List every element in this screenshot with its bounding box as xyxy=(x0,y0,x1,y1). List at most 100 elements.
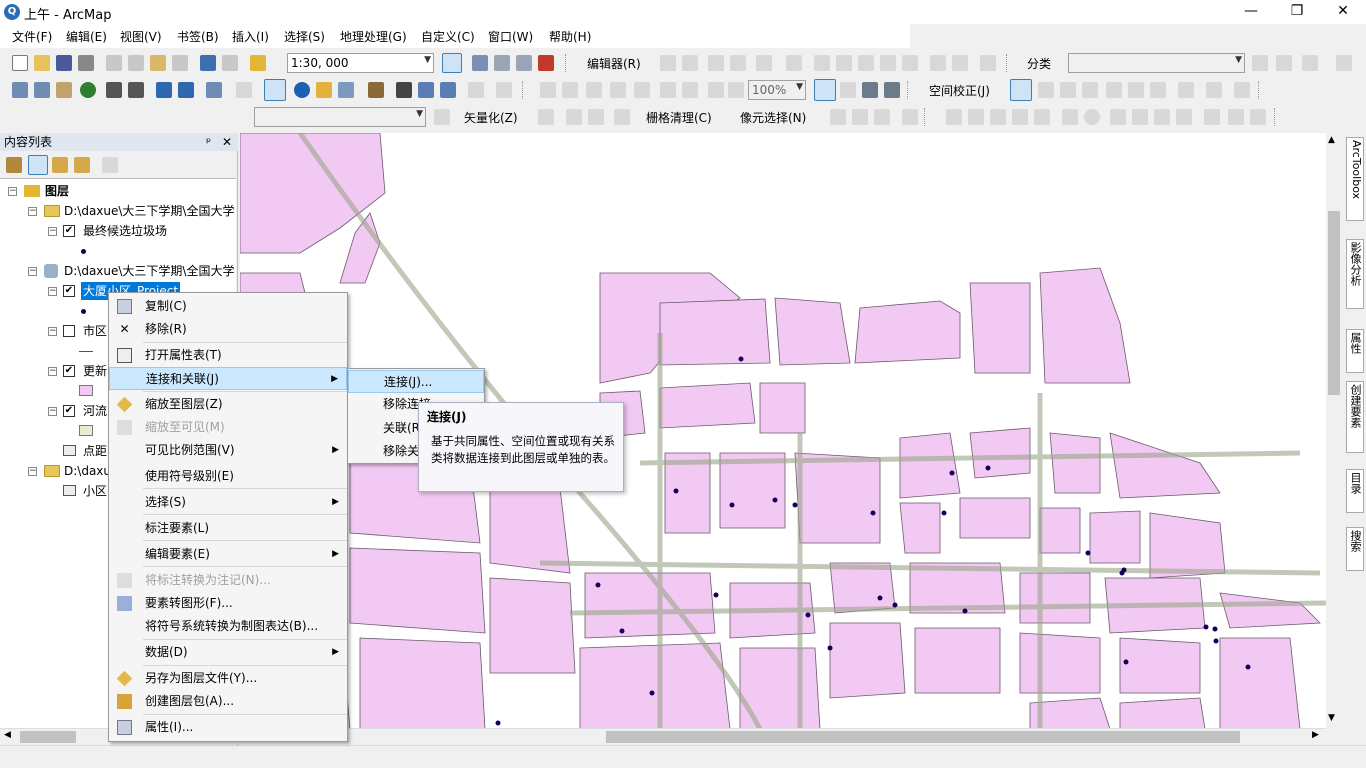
training-sample-icon[interactable] xyxy=(1252,55,1268,71)
menu-selection[interactable]: 选择(S) ▶ xyxy=(109,491,347,514)
print-icon[interactable] xyxy=(78,55,94,71)
fixed-zoom-in-icon[interactable] xyxy=(106,82,122,98)
menu-features-to-graphics[interactable]: 要素转图形(F)... xyxy=(109,592,347,615)
clear-limited-adjust-icon[interactable] xyxy=(1150,82,1166,98)
menu-selection[interactable]: 选择(S) xyxy=(284,28,325,45)
add-data-icon[interactable] xyxy=(250,55,266,71)
go-back-extent-icon[interactable] xyxy=(708,82,724,98)
view-link-table-icon[interactable] xyxy=(1178,82,1194,98)
menu-joins-and-relates[interactable]: 连接和关联(J) ▶ xyxy=(109,367,347,390)
raster-painter-icon[interactable] xyxy=(614,109,630,125)
select-link-icon[interactable] xyxy=(1034,109,1050,125)
toolbar-grip[interactable] xyxy=(1006,54,1009,72)
sketch-properties-icon[interactable] xyxy=(952,55,968,71)
dock-tab-attributes[interactable]: 属性 xyxy=(1346,329,1364,373)
rotate-icon[interactable] xyxy=(902,55,918,71)
georef-shift-icon[interactable] xyxy=(990,109,1006,125)
toc-close-button[interactable]: ✕ xyxy=(222,133,232,151)
cell-selection-menu[interactable]: 像元选择(N) xyxy=(740,109,806,126)
create-viewer-icon[interactable] xyxy=(496,82,512,98)
attributes-icon[interactable] xyxy=(930,55,946,71)
raster-snapping-icon[interactable] xyxy=(538,109,554,125)
source-folder-row[interactable]: − D:\daxue\大三下学期\全国大学 xyxy=(0,261,236,281)
toolbar-grip[interactable] xyxy=(565,54,568,72)
minimize-button[interactable]: — xyxy=(1228,0,1274,24)
dock-tab-search[interactable]: 搜索 xyxy=(1346,527,1364,571)
measure-icon[interactable] xyxy=(368,82,384,98)
layer-visibility-checkbox[interactable]: ✔ xyxy=(63,405,75,417)
menu-file[interactable]: 文件(F) xyxy=(12,28,52,45)
collapse-icon[interactable]: − xyxy=(28,207,37,216)
go-forward-extent-icon[interactable] xyxy=(728,82,744,98)
classify-tool-icon[interactable] xyxy=(1276,55,1292,71)
go-to-xy-icon[interactable] xyxy=(440,82,456,98)
menu-help[interactable]: 帮助(H) xyxy=(549,28,591,45)
crosshair-icon[interactable] xyxy=(902,109,918,125)
settings-cog-icon[interactable] xyxy=(1228,109,1244,125)
fixed-zoom-out-layout-icon[interactable] xyxy=(682,82,698,98)
undo-icon[interactable] xyxy=(200,55,216,71)
menu-label-features[interactable]: 标注要素(L) xyxy=(109,517,347,540)
find-route-icon[interactable] xyxy=(418,82,434,98)
toggle-draft-icon[interactable] xyxy=(814,79,836,101)
scroll-down-icon[interactable]: ▼ xyxy=(1328,713,1335,723)
paste-icon[interactable] xyxy=(150,55,166,71)
toc-scroll-thumb[interactable] xyxy=(20,731,76,743)
html-popup-icon[interactable] xyxy=(338,82,354,98)
layer-visibility-checkbox[interactable] xyxy=(63,325,75,337)
georef-rotate-icon[interactable] xyxy=(968,109,984,125)
list-by-visibility-icon[interactable] xyxy=(52,157,68,173)
viewer-icon[interactable] xyxy=(1154,109,1170,125)
auto-registration-icon[interactable] xyxy=(1084,109,1100,125)
classify-menu[interactable]: 分类 xyxy=(1027,55,1051,72)
layer-visibility-checkbox[interactable]: ✔ xyxy=(63,285,75,297)
table-of-contents-icon[interactable] xyxy=(472,55,488,71)
list-by-drawing-order-icon[interactable] xyxy=(6,157,22,173)
training-manager-icon[interactable] xyxy=(1302,55,1318,71)
delete-link-icon[interactable] xyxy=(1110,109,1126,125)
scroll-right-icon[interactable]: ▶ xyxy=(1312,730,1319,740)
collapse-icon[interactable]: − xyxy=(28,467,37,476)
map-scale-combo[interactable]: 1:30, 000 ▼ xyxy=(287,53,434,73)
copy-icon[interactable] xyxy=(128,55,144,71)
menu-create-layer-package[interactable]: 创建图层包(A)... xyxy=(109,690,347,713)
menu-edit[interactable]: 编辑(E) xyxy=(66,28,107,45)
clear-selection-icon[interactable] xyxy=(236,82,252,98)
spatial-adjustment-menu[interactable]: 空间校正(J) xyxy=(929,82,990,99)
georef-fit-icon[interactable] xyxy=(946,109,962,125)
list-by-selection-icon[interactable] xyxy=(74,157,90,173)
dock-tab-catalog[interactable]: 目录 xyxy=(1346,469,1364,513)
menu-customize[interactable]: 自定义(C) xyxy=(421,28,475,45)
new-document-icon[interactable] xyxy=(12,55,28,71)
remove-cells-icon[interactable] xyxy=(874,109,890,125)
toc-options-icon[interactable] xyxy=(102,157,118,173)
select-connected-cells-icon[interactable] xyxy=(830,109,846,125)
vectorize-menu[interactable]: 矢量化(Z) xyxy=(464,109,518,126)
list-by-source-icon[interactable] xyxy=(28,155,48,175)
raster-pencil-icon[interactable] xyxy=(588,109,604,125)
zoom-out-icon[interactable] xyxy=(34,82,50,98)
fixed-zoom-layout-icon[interactable] xyxy=(660,82,676,98)
layout-zoom-combo[interactable]: 100% ▼ xyxy=(748,80,806,100)
classify-layer-combo[interactable]: ▼ xyxy=(1068,53,1245,73)
pan-hand-icon[interactable] xyxy=(56,82,72,98)
menu-use-symbol-levels[interactable]: 使用符号级别(E) xyxy=(109,465,347,488)
hyperlink-icon[interactable] xyxy=(316,82,332,98)
dock-tab-arctoolbox[interactable]: ArcToolbox xyxy=(1346,137,1364,221)
arctoolbox-icon[interactable] xyxy=(538,55,554,71)
edit-annotation-icon[interactable] xyxy=(682,55,698,71)
trace-icon[interactable] xyxy=(756,55,772,71)
menu-insert[interactable]: 插入(I) xyxy=(232,28,269,45)
collapse-icon[interactable]: − xyxy=(28,267,37,276)
pin-icon[interactable]: ᵖ xyxy=(206,133,211,151)
submenu-join[interactable]: 连接(J)... xyxy=(348,370,484,393)
scroll-left-icon[interactable]: ◀ xyxy=(4,730,11,740)
toolbar-grip[interactable] xyxy=(924,108,927,126)
layer-row[interactable]: − ✔ 最终候选垃圾场 xyxy=(0,221,236,241)
settings-cog2-icon[interactable] xyxy=(1250,109,1266,125)
collapse-icon[interactable]: − xyxy=(8,187,17,196)
edit-vertices-icon[interactable] xyxy=(814,55,830,71)
menu-window[interactable]: 窗口(W) xyxy=(488,28,533,45)
interactive-tool-icon[interactable] xyxy=(1336,55,1352,71)
source-folder-row[interactable]: − D:\daxue\大三下学期\全国大学 xyxy=(0,201,236,221)
